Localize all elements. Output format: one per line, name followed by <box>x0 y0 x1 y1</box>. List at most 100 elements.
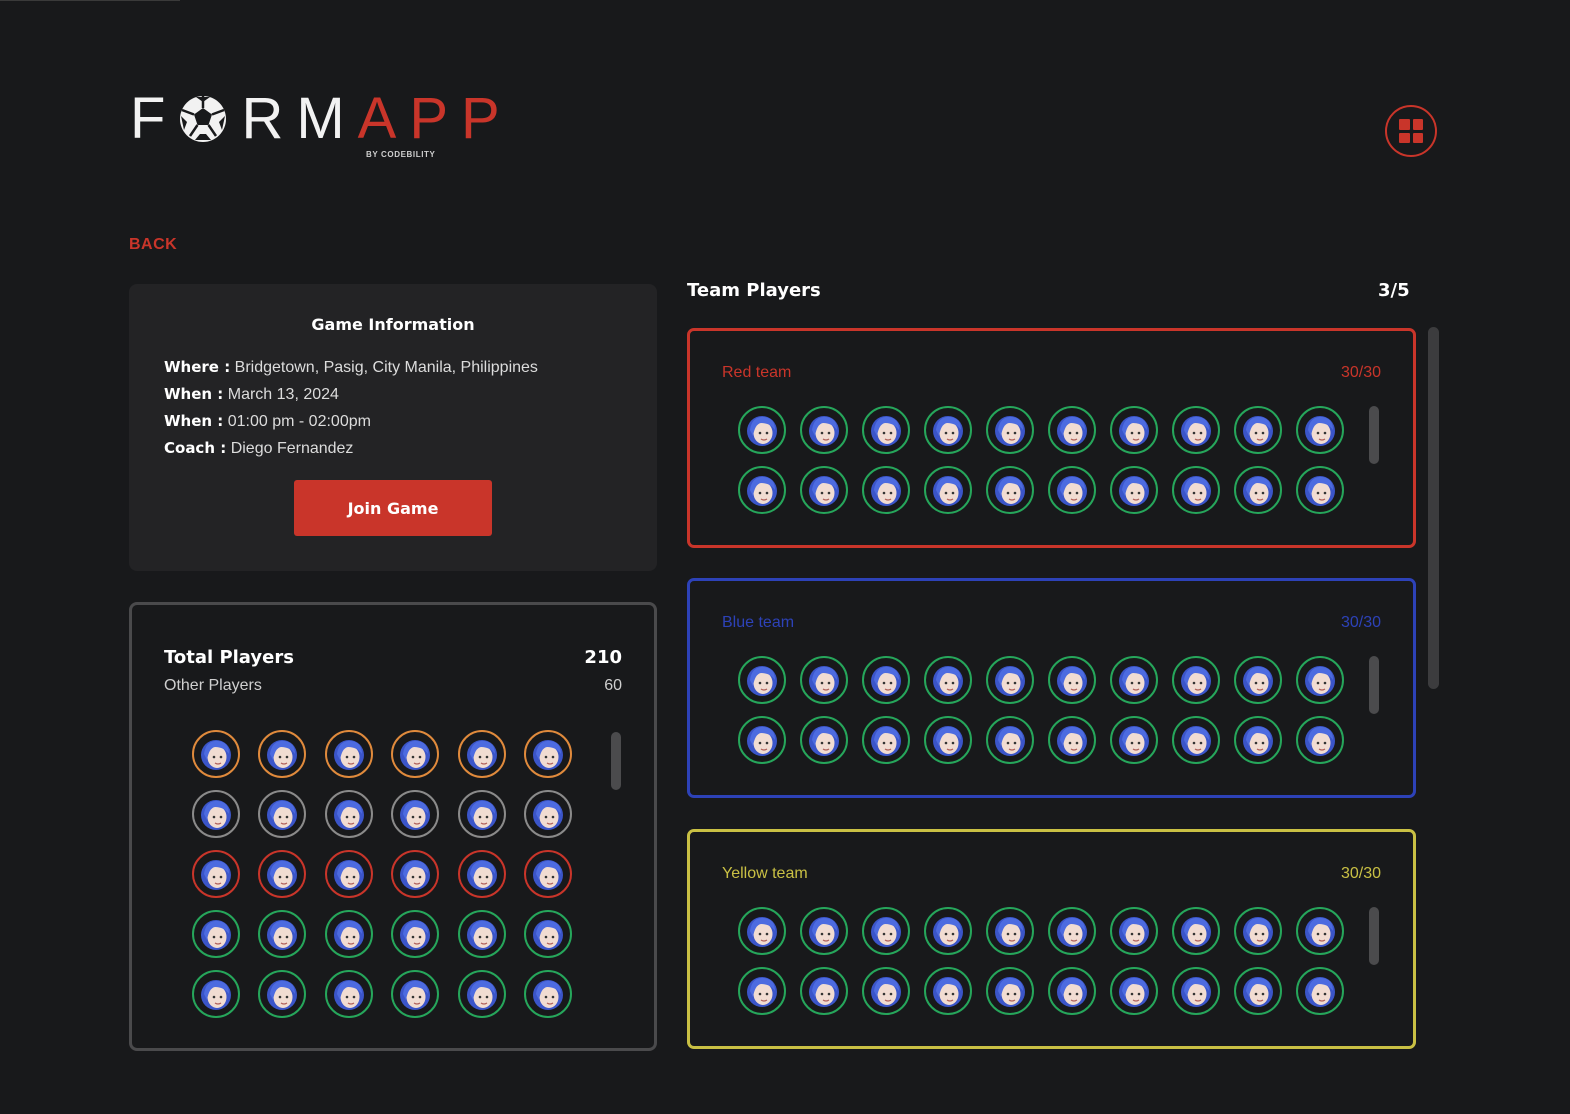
total-players-scrollbar[interactable] <box>611 732 621 790</box>
player-avatar[interactable] <box>800 406 848 454</box>
player-avatar[interactable] <box>1110 656 1158 704</box>
menu-button[interactable] <box>1385 105 1437 157</box>
player-avatar[interactable] <box>862 656 910 704</box>
player-avatar[interactable] <box>523 790 572 838</box>
player-avatar[interactable] <box>986 907 1034 955</box>
player-avatar[interactable] <box>1234 907 1282 955</box>
player-avatar[interactable] <box>1296 466 1344 514</box>
player-avatar[interactable] <box>800 716 848 764</box>
player-avatar[interactable] <box>391 790 440 838</box>
player-avatar[interactable] <box>1172 406 1220 454</box>
player-avatar[interactable] <box>1110 716 1158 764</box>
player-avatar[interactable] <box>457 850 506 898</box>
player-avatar[interactable] <box>1110 406 1158 454</box>
player-avatar[interactable] <box>986 716 1034 764</box>
player-avatar[interactable] <box>862 967 910 1015</box>
player-avatar[interactable] <box>1234 406 1282 454</box>
team-scrollbar[interactable] <box>1369 907 1379 965</box>
player-avatar[interactable] <box>738 656 786 704</box>
back-link[interactable]: BACK <box>129 236 177 254</box>
player-avatar[interactable] <box>1048 656 1096 704</box>
player-avatar[interactable] <box>986 656 1034 704</box>
player-avatar[interactable] <box>1296 967 1344 1015</box>
avatar-face-icon <box>400 920 431 950</box>
player-avatar[interactable] <box>523 970 572 1018</box>
join-game-button[interactable]: Join Game <box>294 480 492 536</box>
player-avatar[interactable] <box>258 850 307 898</box>
player-avatar[interactable] <box>258 790 307 838</box>
player-avatar[interactable] <box>1172 466 1220 514</box>
player-avatar[interactable] <box>1048 406 1096 454</box>
player-avatar[interactable] <box>192 790 240 838</box>
player-avatar[interactable] <box>457 910 506 958</box>
player-avatar[interactable] <box>1172 907 1220 955</box>
player-avatar[interactable] <box>862 406 910 454</box>
player-avatar[interactable] <box>1172 967 1220 1015</box>
player-avatar[interactable] <box>862 466 910 514</box>
player-avatar[interactable] <box>391 730 440 778</box>
player-avatar[interactable] <box>986 466 1034 514</box>
team-players-scrollbar[interactable] <box>1428 327 1439 689</box>
player-avatar[interactable] <box>1234 656 1282 704</box>
player-avatar[interactable] <box>800 907 848 955</box>
player-avatar[interactable] <box>324 850 373 898</box>
player-avatar[interactable] <box>924 967 972 1015</box>
player-avatar[interactable] <box>457 790 506 838</box>
player-avatar[interactable] <box>192 730 240 778</box>
player-avatar[interactable] <box>1296 656 1344 704</box>
player-avatar[interactable] <box>924 907 972 955</box>
player-avatar[interactable] <box>1234 466 1282 514</box>
player-avatar[interactable] <box>1048 907 1096 955</box>
player-avatar[interactable] <box>800 656 848 704</box>
player-avatar[interactable] <box>1048 967 1096 1015</box>
player-avatar[interactable] <box>1172 656 1220 704</box>
player-avatar[interactable] <box>924 406 972 454</box>
player-avatar[interactable] <box>324 730 373 778</box>
player-avatar[interactable] <box>862 907 910 955</box>
player-avatar[interactable] <box>192 910 240 958</box>
player-avatar[interactable] <box>800 466 848 514</box>
player-avatar[interactable] <box>1296 907 1344 955</box>
player-avatar[interactable] <box>800 967 848 1015</box>
player-avatar[interactable] <box>1296 716 1344 764</box>
player-avatar[interactable] <box>1234 967 1282 1015</box>
player-avatar[interactable] <box>862 716 910 764</box>
player-avatar[interactable] <box>192 970 240 1018</box>
player-avatar[interactable] <box>457 730 506 778</box>
player-avatar[interactable] <box>738 406 786 454</box>
player-avatar[interactable] <box>192 850 240 898</box>
player-avatar[interactable] <box>523 730 572 778</box>
player-avatar[interactable] <box>1110 466 1158 514</box>
player-avatar[interactable] <box>924 716 972 764</box>
player-avatar[interactable] <box>738 907 786 955</box>
player-avatar[interactable] <box>1234 716 1282 764</box>
player-avatar[interactable] <box>391 850 440 898</box>
player-avatar[interactable] <box>258 970 307 1018</box>
player-avatar[interactable] <box>324 910 373 958</box>
player-avatar[interactable] <box>924 656 972 704</box>
player-avatar[interactable] <box>738 716 786 764</box>
player-avatar[interactable] <box>324 970 373 1018</box>
player-avatar[interactable] <box>523 910 572 958</box>
player-avatar[interactable] <box>1110 907 1158 955</box>
player-avatar[interactable] <box>986 406 1034 454</box>
player-avatar[interactable] <box>1110 967 1158 1015</box>
player-avatar[interactable] <box>1296 406 1344 454</box>
team-scrollbar[interactable] <box>1369 656 1379 714</box>
player-avatar[interactable] <box>391 910 440 958</box>
player-avatar[interactable] <box>457 970 506 1018</box>
player-avatar[interactable] <box>924 466 972 514</box>
player-avatar[interactable] <box>738 967 786 1015</box>
player-avatar[interactable] <box>258 910 307 958</box>
player-avatar[interactable] <box>1048 466 1096 514</box>
player-avatar[interactable] <box>391 970 440 1018</box>
player-avatar[interactable] <box>1172 716 1220 764</box>
player-avatar[interactable] <box>738 466 786 514</box>
player-avatar[interactable] <box>324 790 373 838</box>
info-label: Where : <box>164 358 231 376</box>
player-avatar[interactable] <box>523 850 572 898</box>
player-avatar[interactable] <box>1048 716 1096 764</box>
team-scrollbar[interactable] <box>1369 406 1379 464</box>
player-avatar[interactable] <box>986 967 1034 1015</box>
player-avatar[interactable] <box>258 730 307 778</box>
